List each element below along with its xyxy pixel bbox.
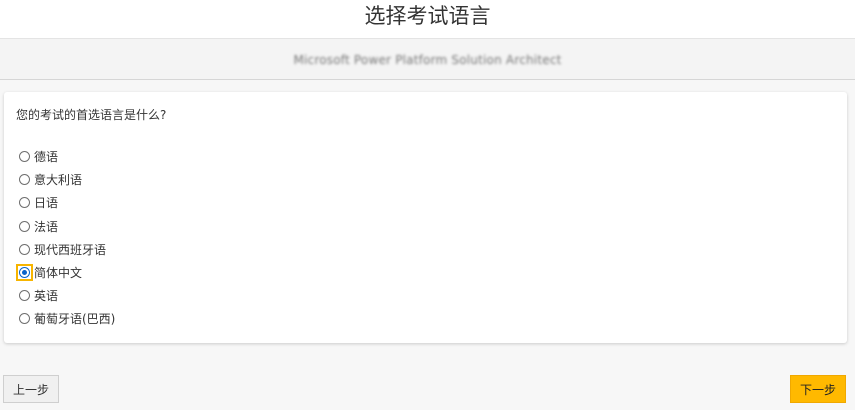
radio-button[interactable]: [18, 196, 31, 209]
option-japanese[interactable]: 日语: [18, 191, 115, 214]
radio-circle-icon: [19, 243, 30, 255]
option-label: 英语: [34, 289, 59, 304]
option-label: 日语: [34, 196, 59, 211]
option-label: 葡萄牙语(巴西): [34, 312, 116, 327]
radio-button[interactable]: [18, 243, 31, 256]
option-label: 简体中文: [34, 266, 83, 281]
radio-circle-icon: [19, 290, 30, 302]
title-bar: 选择考试语言: [0, 0, 855, 38]
option-label: 法语: [34, 219, 59, 234]
radio-circle-icon: [19, 151, 30, 163]
previous-button[interactable]: 上一步: [3, 375, 59, 403]
option-simplified-chinese[interactable]: 简体中文: [16, 261, 115, 284]
option-spanish[interactable]: 现代西班牙语: [18, 238, 115, 261]
radio-button[interactable]: [16, 264, 33, 282]
radio-button[interactable]: [18, 150, 31, 163]
radio-button[interactable]: [18, 220, 31, 233]
option-english[interactable]: 英语: [18, 284, 115, 307]
exam-name: Microsoft Power Platform Solution Archit…: [293, 53, 562, 67]
option-italian[interactable]: 意大利语: [18, 168, 115, 191]
next-button[interactable]: 下一步: [790, 375, 846, 403]
option-german[interactable]: 德语: [18, 145, 115, 168]
radio-button[interactable]: [18, 312, 31, 325]
radio-selected-icon: [19, 267, 30, 279]
radio-button[interactable]: [18, 289, 31, 302]
option-portuguese-brazil[interactable]: 葡萄牙语(巴西): [18, 307, 115, 330]
page-title: 选择考试语言: [364, 4, 491, 28]
question-card: 您的考试的首选语言是什么? 德语 意大利语 日语 法语 现代西班牙语 简体中文 …: [4, 92, 847, 343]
option-label: 意大利语: [34, 173, 83, 188]
option-label: 德语: [34, 150, 59, 165]
radio-circle-icon: [19, 197, 30, 209]
question-prompt: 您的考试的首选语言是什么?: [16, 108, 167, 122]
radio-button[interactable]: [18, 173, 31, 186]
language-options: 德语 意大利语 日语 法语 现代西班牙语 简体中文 英语 葡萄牙语(巴西): [16, 145, 115, 331]
radio-circle-icon: [19, 174, 30, 186]
option-label: 现代西班牙语: [34, 242, 107, 257]
option-french[interactable]: 法语: [18, 215, 115, 238]
radio-circle-icon: [19, 220, 30, 232]
exam-name-bar: Microsoft Power Platform Solution Archit…: [0, 38, 855, 80]
radio-circle-icon: [19, 313, 30, 325]
